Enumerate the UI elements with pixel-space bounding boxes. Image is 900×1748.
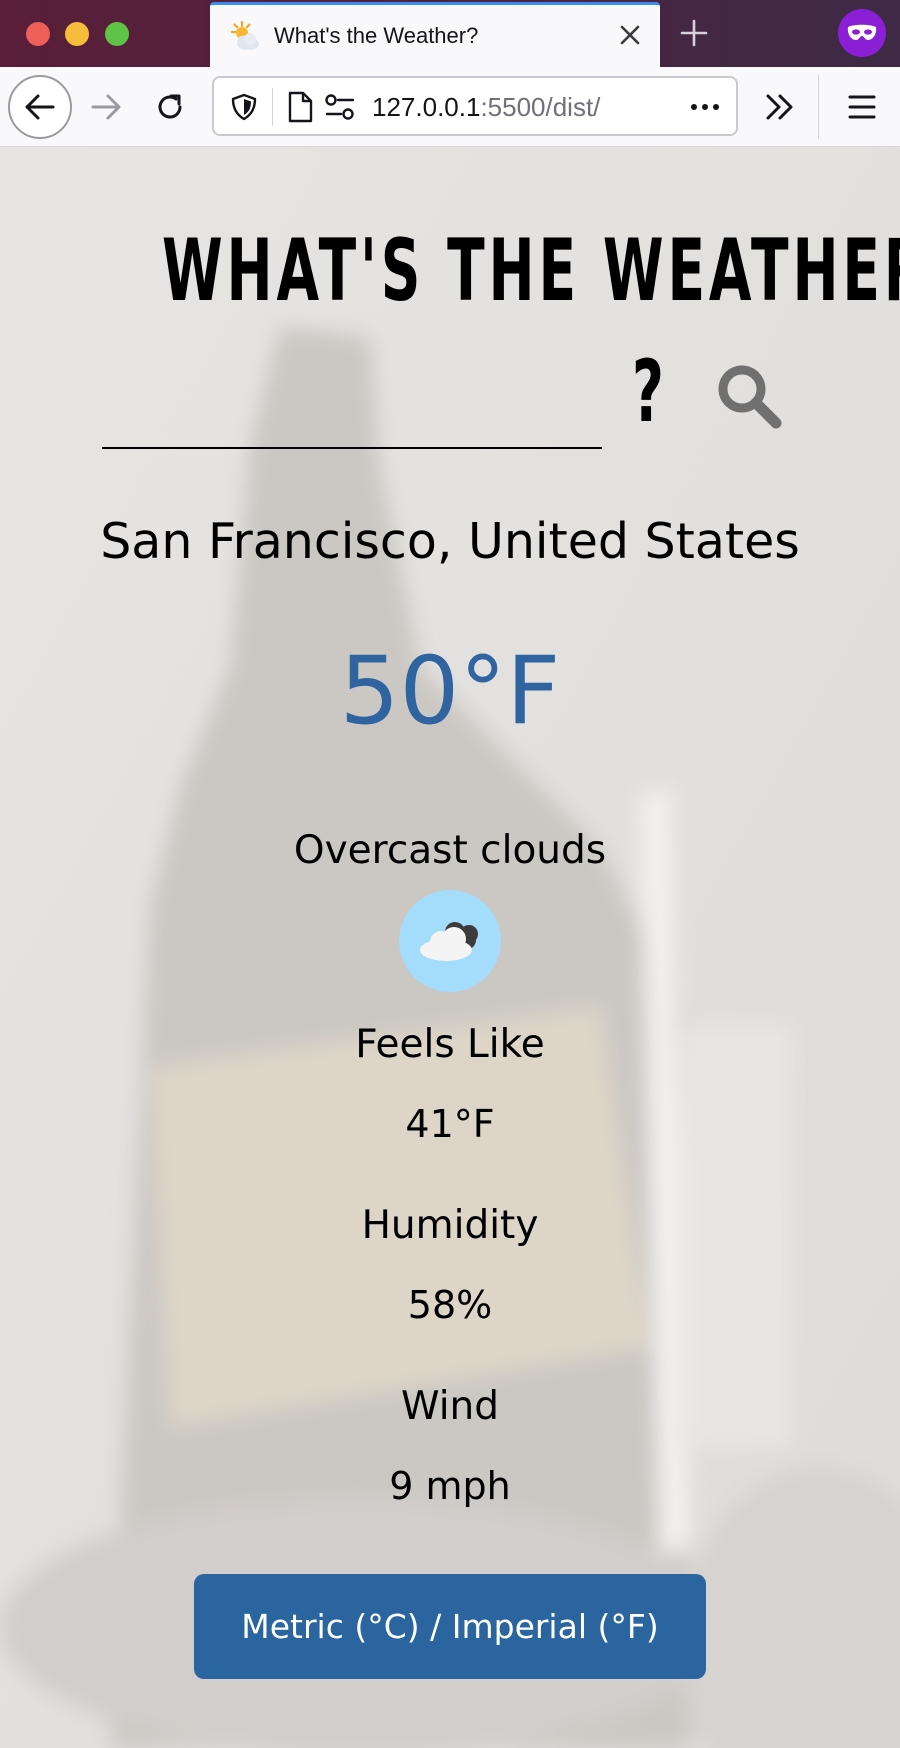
search-row: ? [0, 337, 900, 467]
close-icon [620, 25, 640, 45]
forward-button[interactable] [74, 75, 138, 139]
search-icon [718, 365, 782, 429]
sun-cloud-favicon-icon [230, 20, 259, 50]
page-icon[interactable] [286, 91, 314, 123]
site-permissions-icon[interactable] [324, 92, 356, 122]
minimize-window-button[interactable] [65, 22, 89, 46]
wind-value: 9 mph [389, 1464, 511, 1508]
reload-button[interactable] [138, 75, 202, 139]
cloud-icon [420, 922, 478, 961]
url-text[interactable]: 127.0.0.1:5500/dist/ [372, 92, 600, 123]
city-search-input[interactable] [102, 389, 602, 449]
humidity-label: Humidity [361, 1203, 539, 1248]
wind-label: Wind [400, 1384, 499, 1429]
humidity-value: 58% [407, 1283, 493, 1327]
zoom-window-button[interactable] [105, 22, 129, 46]
tab-title: What's the Weather? [274, 23, 479, 48]
url-host: 127.0.0.1 [372, 92, 481, 122]
location-name: San Francisco, United States [100, 513, 800, 570]
url-separator [272, 88, 273, 126]
page-viewport: WHAT'S THE WEATHER IN ? San Francisco, U… [0, 147, 900, 1748]
unit-toggle-button[interactable]: Metric (°C) / Imperial (°F) [194, 1574, 706, 1679]
weather-description: Overcast clouds [293, 828, 607, 873]
search-button[interactable] [714, 361, 784, 431]
feels-like-value: 41°F [405, 1102, 495, 1146]
chevrons-right-icon[interactable] [762, 89, 798, 125]
address-bar[interactable]: 127.0.0.1:5500/dist/ [212, 76, 738, 136]
private-mask-icon [847, 24, 877, 40]
feels-like-label: Feels Like [355, 1022, 545, 1067]
back-button[interactable] [8, 75, 72, 139]
hamburger-menu-icon[interactable] [846, 89, 878, 125]
weather-app: WHAT'S THE WEATHER IN ? San Francisco, U… [0, 147, 900, 1748]
current-temperature: 50°F [339, 637, 561, 746]
page-heading: WHAT'S THE WEATHER IN [162, 221, 900, 321]
plus-icon [680, 19, 708, 47]
private-browsing-button[interactable] [838, 9, 886, 57]
close-window-button[interactable] [26, 22, 50, 46]
navigation-bar: 127.0.0.1:5500/dist/ [0, 67, 900, 147]
tab-strip: What's the Weather? [0, 0, 900, 67]
arrow-right-icon [91, 94, 121, 120]
url-path: :5500/dist/ [480, 92, 601, 122]
toolbar-divider [818, 75, 819, 139]
overcast-clouds-icon [399, 890, 501, 992]
tracking-protection-shield-icon[interactable] [230, 93, 258, 121]
tab-weather[interactable]: What's the Weather? [210, 2, 660, 67]
question-mark: ? [632, 342, 664, 442]
arrow-left-icon [25, 94, 55, 120]
more-options-icon[interactable] [688, 92, 722, 122]
reload-icon [158, 94, 182, 119]
new-tab-button[interactable] [676, 15, 712, 51]
close-tab-button[interactable] [614, 19, 646, 51]
